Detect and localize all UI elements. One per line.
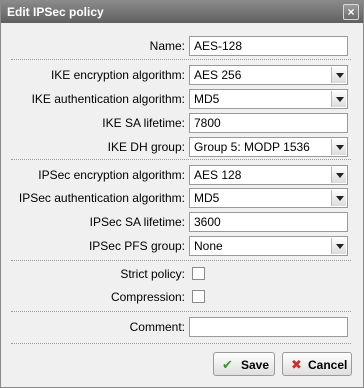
name-label: Name:	[149, 39, 185, 53]
ipsec-sa-lifetime-input[interactable]	[189, 212, 348, 232]
ipsec-pfs-group-label: IPSec PFS group:	[88, 239, 185, 253]
strict-policy-label: Strict policy:	[120, 267, 185, 281]
separator	[11, 159, 351, 160]
compression-label: Compression:	[110, 290, 185, 304]
ike-dh-group-select[interactable]: Group 5: MODP 1536	[189, 137, 348, 157]
comment-input[interactable]	[189, 317, 348, 337]
name-input[interactable]	[189, 36, 348, 56]
dialog-title: Edit IPSec policy	[7, 5, 104, 19]
ipsec-authentication-label: IPSec authentication algorithm:	[18, 191, 185, 205]
ike-dh-group-label: IKE DH group:	[107, 140, 185, 154]
save-button[interactable]: ✔ Save	[213, 352, 275, 376]
separator	[11, 343, 351, 344]
separator	[11, 260, 351, 261]
ike-authentication-label: IKE authentication algorithm:	[31, 92, 185, 106]
dialog-titlebar[interactable]: Edit IPSec policy ×	[1, 1, 363, 23]
ike-sa-lifetime-label: IKE SA lifetime:	[102, 116, 185, 130]
separator	[11, 59, 351, 60]
chevron-down-icon[interactable]	[331, 67, 346, 83]
chevron-down-icon[interactable]	[331, 139, 346, 155]
cancel-button[interactable]: ✖ Cancel	[282, 352, 352, 376]
ike-encryption-value: AES 256	[194, 68, 242, 82]
ipsec-encryption-select[interactable]: AES 128	[189, 165, 348, 185]
ike-encryption-label: IKE encryption algorithm:	[50, 68, 185, 82]
ike-encryption-select[interactable]: AES 256	[189, 65, 348, 85]
ike-sa-lifetime-input[interactable]	[189, 113, 348, 133]
close-icon: ×	[347, 5, 355, 19]
save-button-label: Save	[241, 358, 270, 372]
close-icon: ✖	[291, 357, 302, 372]
close-button[interactable]: ×	[343, 4, 359, 20]
edit-ipsec-policy-dialog: Edit IPSec policy × Name: IKE encryption…	[0, 0, 364, 388]
ipsec-encryption-value: AES 128	[194, 168, 242, 182]
ipsec-authentication-select[interactable]: MD5	[189, 188, 348, 208]
ipsec-pfs-group-value: None	[194, 239, 223, 253]
separator	[11, 311, 351, 312]
ike-authentication-value: MD5	[194, 92, 220, 106]
ipsec-encryption-label: IPSec encryption algorithm:	[38, 168, 185, 182]
checkmark-icon: ✔	[222, 357, 233, 372]
chevron-down-icon[interactable]	[331, 238, 346, 254]
strict-policy-checkbox[interactable]	[192, 267, 205, 280]
chevron-down-icon[interactable]	[331, 91, 346, 107]
ipsec-authentication-value: MD5	[194, 191, 220, 205]
ike-dh-group-value: Group 5: MODP 1536	[194, 140, 310, 154]
ipsec-pfs-group-select[interactable]: None	[189, 236, 348, 256]
ike-authentication-select[interactable]: MD5	[189, 89, 348, 109]
chevron-down-icon[interactable]	[331, 190, 346, 206]
comment-label: Comment:	[129, 320, 185, 334]
ipsec-sa-lifetime-label: IPSec SA lifetime:	[89, 215, 185, 229]
chevron-down-icon[interactable]	[331, 167, 346, 183]
cancel-button-label: Cancel	[308, 358, 348, 372]
compression-checkbox[interactable]	[192, 290, 205, 303]
